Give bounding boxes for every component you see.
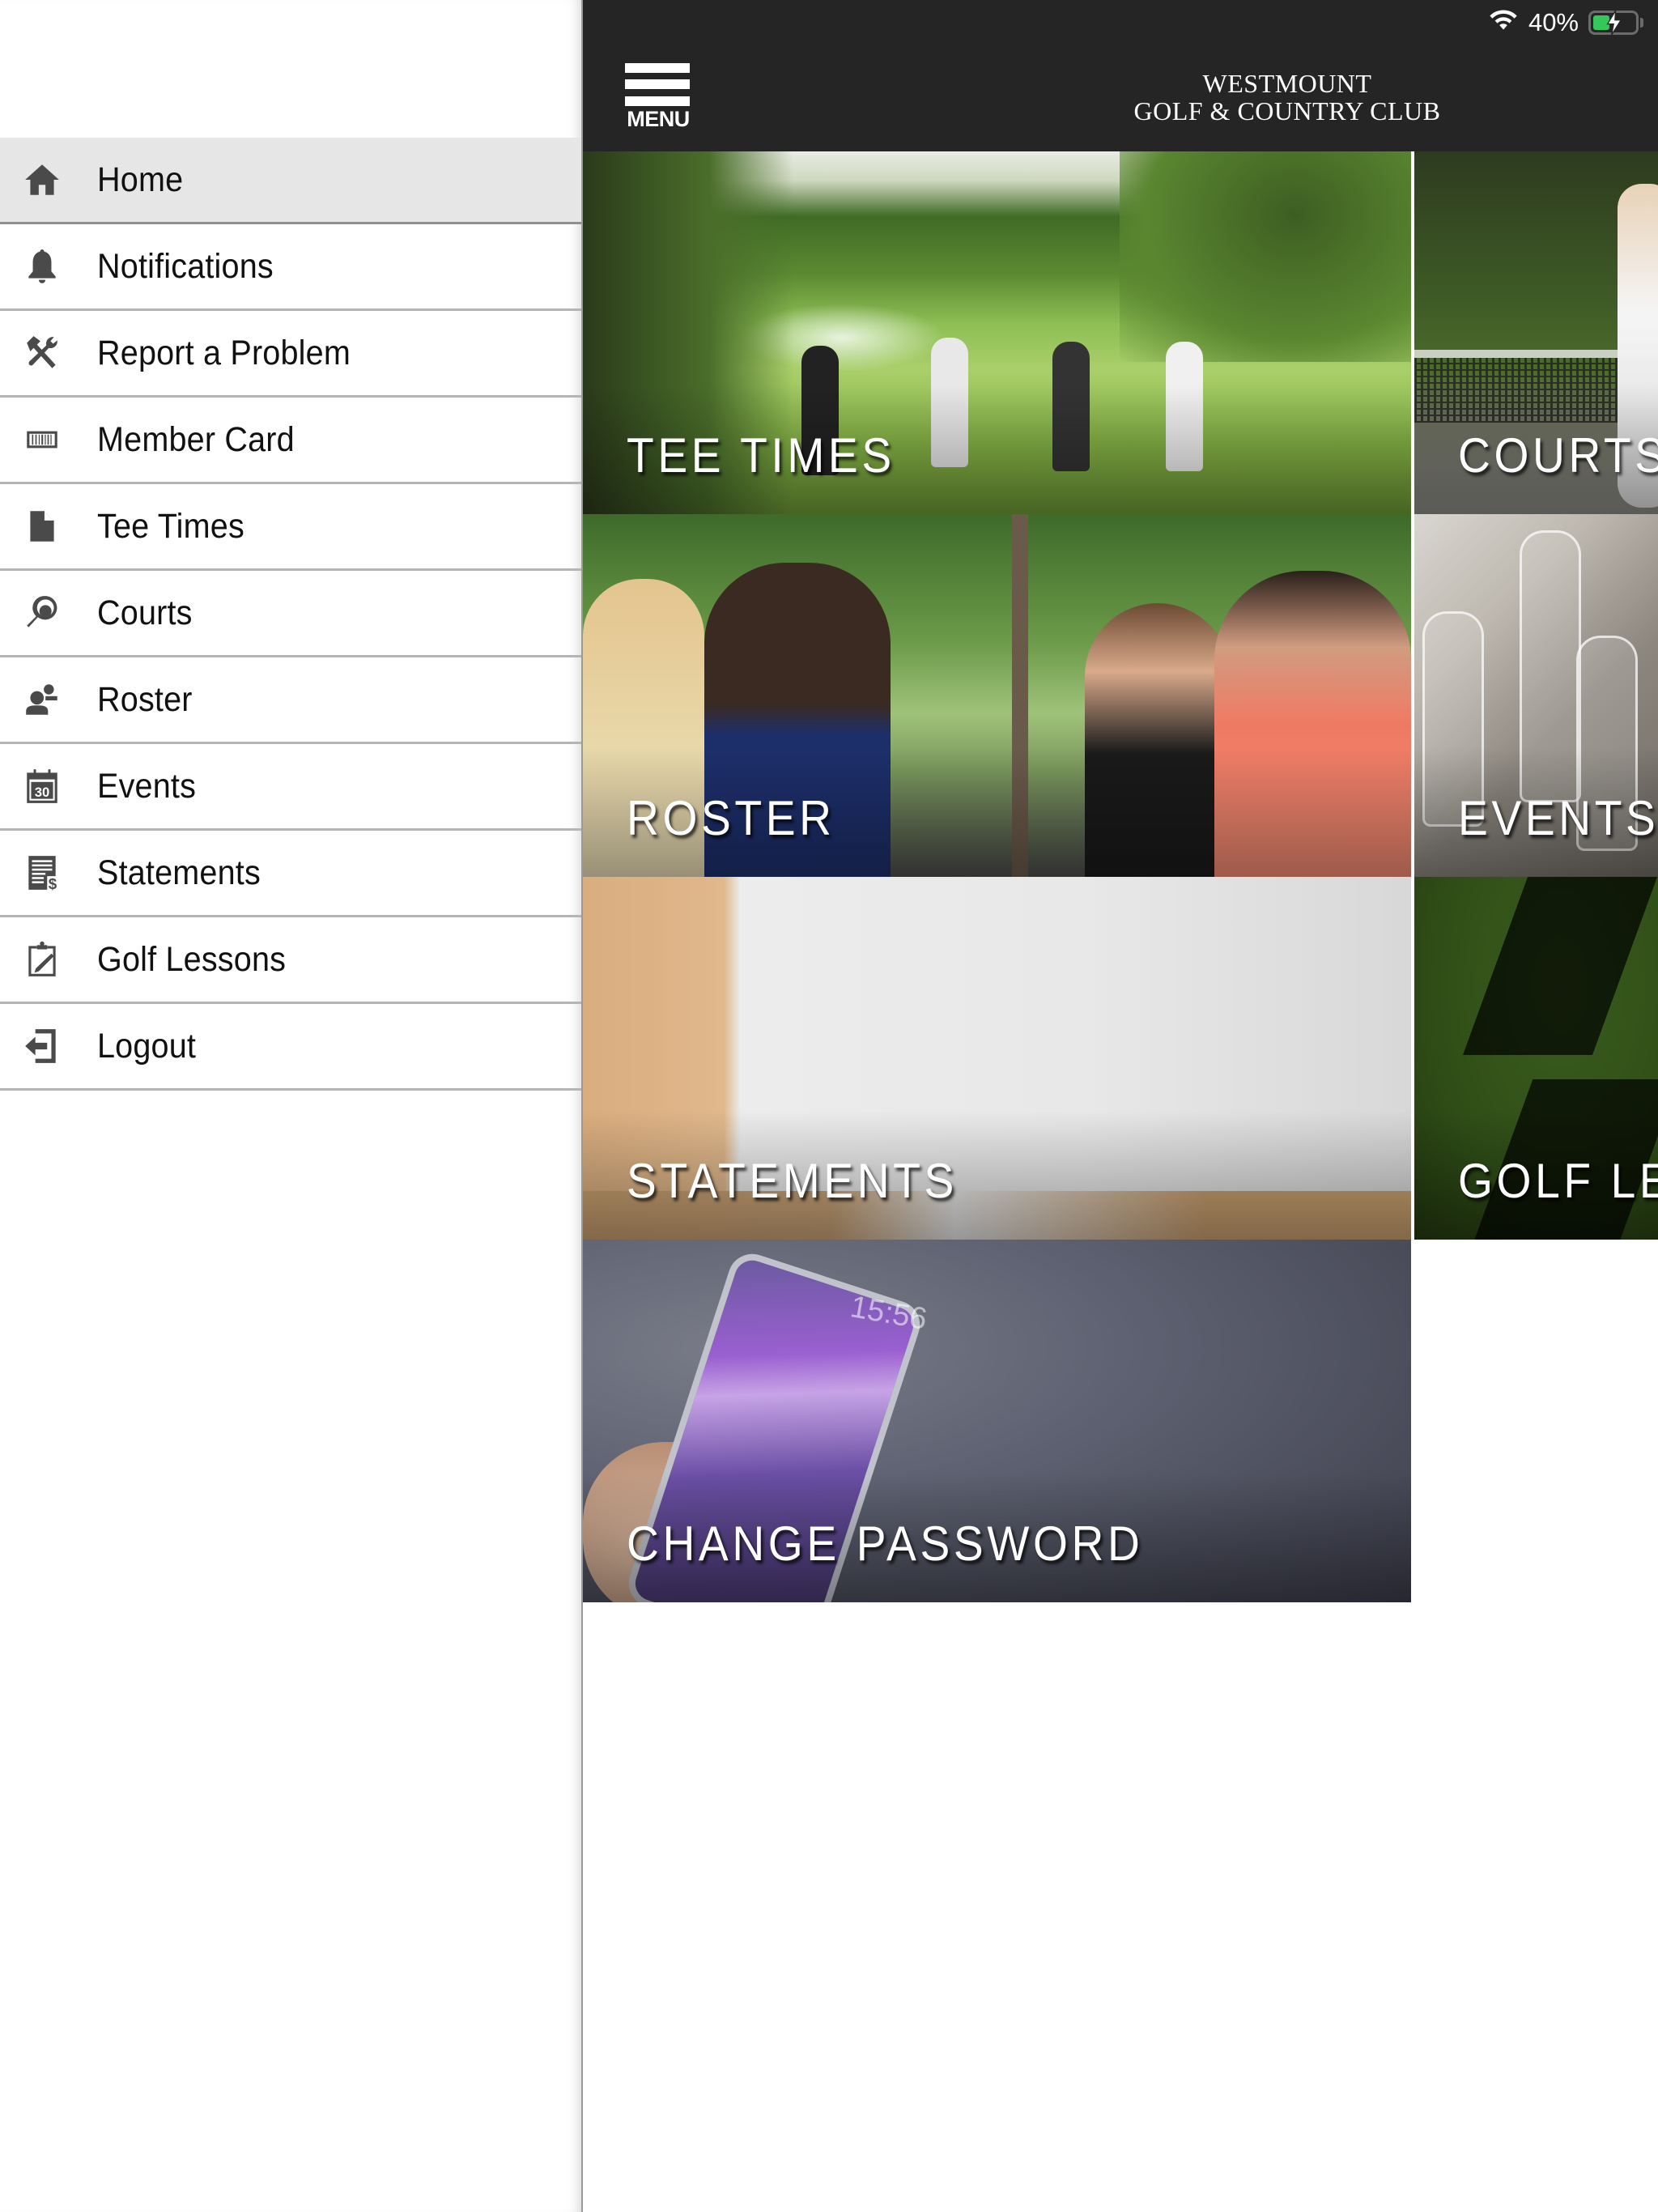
tile-statements[interactable]: STATEMENTS: [583, 877, 1411, 1240]
status-bar: 40%: [1488, 5, 1643, 40]
menu-item-notifications[interactable]: Notifications: [0, 224, 581, 311]
menu-item-roster[interactable]: Roster: [0, 657, 581, 744]
wifi-icon: [1488, 7, 1519, 38]
home-icon: [19, 157, 65, 202]
tile-tee-times[interactable]: TEE TIMES: [583, 151, 1411, 514]
svg-text:$: $: [49, 875, 57, 892]
menu-item-golf-lessons[interactable]: Golf Lessons: [0, 917, 581, 1004]
menu-list: Home Notifications Report a Problem Memb…: [0, 138, 581, 1091]
barcode-icon: [19, 417, 65, 462]
tile-label: EVENTS: [1458, 791, 1658, 845]
tile-roster[interactable]: ROSTER: [583, 514, 1411, 877]
document-icon: [19, 504, 65, 549]
menu-item-label: Roster: [97, 679, 193, 719]
hamburger-icon: [625, 63, 690, 73]
top-bar: 40% MENU WESTMOUNT GOLF & COUNTRY CLUB: [583, 0, 1658, 151]
home-screen: 40% MENU WESTMOUNT GOLF & COUNTRY CLUB T…: [583, 0, 1658, 2212]
menu-item-statements[interactable]: $ Statements: [0, 831, 581, 917]
menu-item-label: Tee Times: [97, 506, 244, 546]
menu-item-member-card[interactable]: Member Card: [0, 398, 581, 484]
menu-item-report-a-problem[interactable]: Report a Problem: [0, 311, 581, 398]
menu-item-label: Notifications: [97, 246, 274, 286]
hamburger-icon-bar: [625, 96, 690, 106]
clipboard-pencil-icon: [19, 937, 65, 982]
logout-icon: [19, 1023, 65, 1069]
tennis-racket-icon: [19, 590, 65, 636]
tile-change-password[interactable]: 15:56 CHANGE PASSWORD: [583, 1240, 1411, 1602]
tools-icon: [19, 330, 65, 376]
menu-item-label: Home: [97, 160, 184, 199]
club-name-line2: GOLF & COUNTRY CLUB: [1133, 96, 1441, 125]
statement-dollar-icon: $: [19, 850, 65, 895]
menu-item-events[interactable]: 30 Events: [0, 744, 581, 831]
menu-item-label: Courts: [97, 593, 193, 632]
tile-courts[interactable]: COURTS: [1414, 151, 1658, 514]
menu-item-label: Events: [97, 766, 197, 806]
tile-golf-lessons[interactable]: GOLF LE: [1414, 877, 1658, 1240]
charging-bolt-icon: [1606, 11, 1622, 35]
people-icon: [19, 677, 65, 722]
menu-label: MENU: [627, 107, 690, 131]
menu-item-label: Report a Problem: [97, 333, 351, 372]
tile-label: COURTS: [1458, 428, 1658, 483]
club-logo-title: WESTMOUNT GOLF & COUNTRY CLUB: [1101, 70, 1473, 125]
battery-tip: [1640, 18, 1643, 28]
menu-item-label: Member Card: [97, 419, 295, 459]
tile-label: CHANGE PASSWORD: [627, 1516, 1144, 1571]
tile-label: GOLF LE: [1458, 1154, 1658, 1208]
menu-item-courts[interactable]: Courts: [0, 571, 581, 657]
club-name-line1: WESTMOUNT: [1202, 69, 1372, 98]
tile-label: ROSTER: [627, 791, 835, 845]
menu-item-label: Logout: [97, 1026, 197, 1066]
battery-icon: [1588, 11, 1639, 35]
menu-item-label: Statements: [97, 853, 261, 892]
calendar-icon: 30: [19, 764, 65, 809]
tile-events[interactable]: EVENTS: [1414, 514, 1658, 877]
tile-photo: [1120, 151, 1411, 362]
tile-photo: [1462, 877, 1658, 1055]
bell-icon: [19, 244, 65, 289]
menu-item-logout[interactable]: Logout: [0, 1004, 581, 1091]
calendar-day: 30: [35, 785, 50, 800]
tile-label: STATEMENTS: [627, 1154, 958, 1208]
battery-percent: 40%: [1528, 8, 1579, 36]
side-menu: Home Notifications Report a Problem Memb…: [0, 0, 581, 2212]
menu-toggle-button[interactable]: MENU: [625, 63, 691, 134]
hamburger-icon-bar: [625, 79, 690, 89]
menu-item-home[interactable]: Home: [0, 138, 581, 224]
menu-item-tee-times[interactable]: Tee Times: [0, 484, 581, 571]
menu-item-label: Golf Lessons: [97, 939, 287, 979]
tile-label: TEE TIMES: [627, 428, 895, 483]
